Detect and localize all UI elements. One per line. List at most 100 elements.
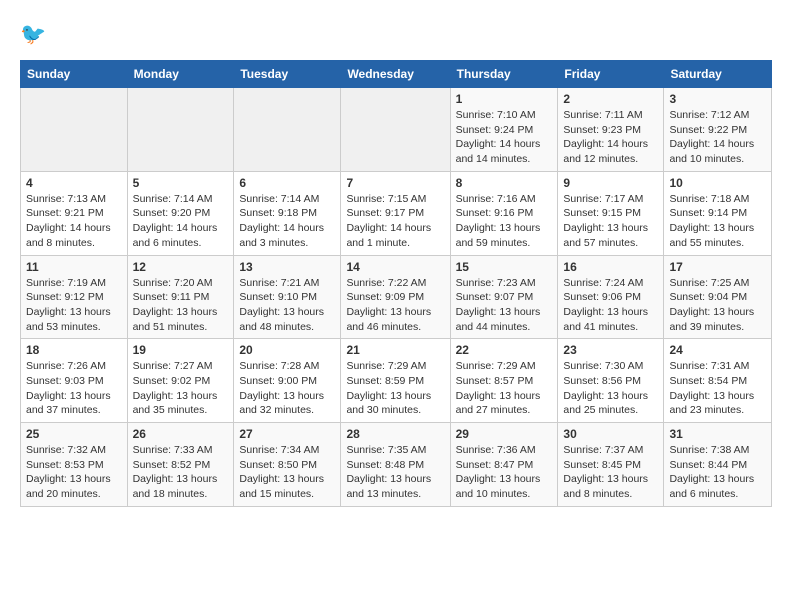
calendar-week-3: 11 Sunrise: 7:19 AMSunset: 9:12 PMDayligh… bbox=[21, 255, 772, 339]
day-number: 21 bbox=[346, 343, 444, 357]
day-info: Sunrise: 7:32 AMSunset: 8:53 PMDaylight:… bbox=[26, 443, 122, 502]
day-info: Sunrise: 7:10 AMSunset: 9:24 PMDaylight:… bbox=[456, 108, 553, 167]
calendar-cell: 1 Sunrise: 7:10 AMSunset: 9:24 PMDaylight… bbox=[450, 88, 558, 172]
day-number: 1 bbox=[456, 92, 553, 106]
day-info: Sunrise: 7:14 AMSunset: 9:18 PMDaylight:… bbox=[239, 192, 335, 251]
calendar-cell: 12 Sunrise: 7:20 AMSunset: 9:11 PMDayligh… bbox=[127, 255, 234, 339]
calendar-cell: 18 Sunrise: 7:26 AMSunset: 9:03 PMDayligh… bbox=[21, 339, 128, 423]
day-info: Sunrise: 7:23 AMSunset: 9:07 PMDaylight:… bbox=[456, 276, 553, 335]
calendar-week-4: 18 Sunrise: 7:26 AMSunset: 9:03 PMDayligh… bbox=[21, 339, 772, 423]
day-info: Sunrise: 7:28 AMSunset: 9:00 PMDaylight:… bbox=[239, 359, 335, 418]
day-number: 5 bbox=[133, 176, 229, 190]
day-info: Sunrise: 7:27 AMSunset: 9:02 PMDaylight:… bbox=[133, 359, 229, 418]
weekday-header-saturday: Saturday bbox=[664, 61, 772, 88]
day-number: 6 bbox=[239, 176, 335, 190]
day-number: 31 bbox=[669, 427, 766, 441]
calendar-cell: 8 Sunrise: 7:16 AMSunset: 9:16 PMDaylight… bbox=[450, 171, 558, 255]
day-info: Sunrise: 7:35 AMSunset: 8:48 PMDaylight:… bbox=[346, 443, 444, 502]
day-number: 19 bbox=[133, 343, 229, 357]
day-number: 24 bbox=[669, 343, 766, 357]
calendar-cell: 24 Sunrise: 7:31 AMSunset: 8:54 PMDayligh… bbox=[664, 339, 772, 423]
day-number: 7 bbox=[346, 176, 444, 190]
day-number: 16 bbox=[563, 260, 658, 274]
calendar-cell: 5Sunrise: 7:14 AMSunset: 9:20 PMDaylight… bbox=[127, 171, 234, 255]
day-number: 17 bbox=[669, 260, 766, 274]
day-info: Sunrise: 7:25 AMSunset: 9:04 PMDaylight:… bbox=[669, 276, 766, 335]
weekday-header-wednesday: Wednesday bbox=[341, 61, 450, 88]
calendar-cell: 16 Sunrise: 7:24 AMSunset: 9:06 PMDayligh… bbox=[558, 255, 664, 339]
calendar-cell: 19 Sunrise: 7:27 AMSunset: 9:02 PMDayligh… bbox=[127, 339, 234, 423]
calendar-cell: 26Sunrise: 7:33 AMSunset: 8:52 PMDayligh… bbox=[127, 423, 234, 507]
calendar-cell: 11 Sunrise: 7:19 AMSunset: 9:12 PMDayligh… bbox=[21, 255, 128, 339]
calendar-cell: 15 Sunrise: 7:23 AMSunset: 9:07 PMDayligh… bbox=[450, 255, 558, 339]
weekday-header-row: SundayMondayTuesdayWednesdayThursdayFrid… bbox=[21, 61, 772, 88]
day-number: 8 bbox=[456, 176, 553, 190]
day-info: Sunrise: 7:29 AMSunset: 8:57 PMDaylight:… bbox=[456, 359, 553, 418]
day-info: Sunrise: 7:15 AMSunset: 9:17 PMDaylight:… bbox=[346, 192, 444, 251]
day-number: 11 bbox=[26, 260, 122, 274]
calendar-cell: 4 Sunrise: 7:13 AMSunset: 9:21 PMDaylight… bbox=[21, 171, 128, 255]
calendar-cell: 30Sunrise: 7:37 AMSunset: 8:45 PMDayligh… bbox=[558, 423, 664, 507]
calendar-cell: 2Sunrise: 7:11 AMSunset: 9:23 PMDaylight… bbox=[558, 88, 664, 172]
day-number: 25 bbox=[26, 427, 122, 441]
logo: 🐦 bbox=[20, 20, 54, 50]
calendar-cell: 29 Sunrise: 7:36 AMSunset: 8:47 PMDayligh… bbox=[450, 423, 558, 507]
logo-bird-icon: 🐦 bbox=[20, 20, 50, 50]
day-info: Sunrise: 7:20 AMSunset: 9:11 PMDaylight:… bbox=[133, 276, 229, 335]
day-info: Sunrise: 7:19 AMSunset: 9:12 PMDaylight:… bbox=[26, 276, 122, 335]
calendar-cell: 25 Sunrise: 7:32 AMSunset: 8:53 PMDayligh… bbox=[21, 423, 128, 507]
calendar-cell: 22 Sunrise: 7:29 AMSunset: 8:57 PMDayligh… bbox=[450, 339, 558, 423]
calendar-cell: 31 Sunrise: 7:38 AMSunset: 8:44 PMDayligh… bbox=[664, 423, 772, 507]
day-number: 4 bbox=[26, 176, 122, 190]
day-info: Sunrise: 7:12 AMSunset: 9:22 PMDaylight:… bbox=[669, 108, 766, 167]
day-number: 29 bbox=[456, 427, 553, 441]
day-number: 14 bbox=[346, 260, 444, 274]
day-info: Sunrise: 7:30 AMSunset: 8:56 PMDaylight:… bbox=[563, 359, 658, 418]
day-info: Sunrise: 7:22 AMSunset: 9:09 PMDaylight:… bbox=[346, 276, 444, 335]
calendar-cell bbox=[127, 88, 234, 172]
calendar-week-5: 25 Sunrise: 7:32 AMSunset: 8:53 PMDayligh… bbox=[21, 423, 772, 507]
day-info: Sunrise: 7:34 AMSunset: 8:50 PMDaylight:… bbox=[239, 443, 335, 502]
calendar-cell: 10Sunrise: 7:18 AMSunset: 9:14 PMDayligh… bbox=[664, 171, 772, 255]
day-number: 23 bbox=[563, 343, 658, 357]
day-number: 12 bbox=[133, 260, 229, 274]
day-info: Sunrise: 7:29 AMSunset: 8:59 PMDaylight:… bbox=[346, 359, 444, 418]
weekday-header-sunday: Sunday bbox=[21, 61, 128, 88]
calendar-week-2: 4 Sunrise: 7:13 AMSunset: 9:21 PMDaylight… bbox=[21, 171, 772, 255]
calendar-cell: 7 Sunrise: 7:15 AMSunset: 9:17 PMDaylight… bbox=[341, 171, 450, 255]
day-number: 18 bbox=[26, 343, 122, 357]
day-info: Sunrise: 7:38 AMSunset: 8:44 PMDaylight:… bbox=[669, 443, 766, 502]
day-number: 13 bbox=[239, 260, 335, 274]
day-number: 2 bbox=[563, 92, 658, 106]
calendar-cell: 27Sunrise: 7:34 AMSunset: 8:50 PMDayligh… bbox=[234, 423, 341, 507]
weekday-header-friday: Friday bbox=[558, 61, 664, 88]
calendar-cell bbox=[234, 88, 341, 172]
day-number: 9 bbox=[563, 176, 658, 190]
weekday-header-monday: Monday bbox=[127, 61, 234, 88]
day-info: Sunrise: 7:36 AMSunset: 8:47 PMDaylight:… bbox=[456, 443, 553, 502]
day-number: 3 bbox=[669, 92, 766, 106]
day-info: Sunrise: 7:31 AMSunset: 8:54 PMDaylight:… bbox=[669, 359, 766, 418]
day-info: Sunrise: 7:21 AMSunset: 9:10 PMDaylight:… bbox=[239, 276, 335, 335]
day-info: Sunrise: 7:17 AMSunset: 9:15 PMDaylight:… bbox=[563, 192, 658, 251]
calendar-cell: 9 Sunrise: 7:17 AMSunset: 9:15 PMDaylight… bbox=[558, 171, 664, 255]
day-number: 22 bbox=[456, 343, 553, 357]
calendar-cell: 28Sunrise: 7:35 AMSunset: 8:48 PMDayligh… bbox=[341, 423, 450, 507]
day-info: Sunrise: 7:13 AMSunset: 9:21 PMDaylight:… bbox=[26, 192, 122, 251]
calendar-cell: 20 Sunrise: 7:28 AMSunset: 9:00 PMDayligh… bbox=[234, 339, 341, 423]
day-number: 15 bbox=[456, 260, 553, 274]
calendar-cell: 23 Sunrise: 7:30 AMSunset: 8:56 PMDayligh… bbox=[558, 339, 664, 423]
day-number: 30 bbox=[563, 427, 658, 441]
calendar-cell: 6 Sunrise: 7:14 AMSunset: 9:18 PMDaylight… bbox=[234, 171, 341, 255]
calendar-cell bbox=[341, 88, 450, 172]
day-number: 10 bbox=[669, 176, 766, 190]
day-info: Sunrise: 7:24 AMSunset: 9:06 PMDaylight:… bbox=[563, 276, 658, 335]
day-number: 20 bbox=[239, 343, 335, 357]
calendar-cell: 14 Sunrise: 7:22 AMSunset: 9:09 PMDayligh… bbox=[341, 255, 450, 339]
page-header: 🐦 bbox=[20, 20, 772, 50]
calendar-week-1: 1 Sunrise: 7:10 AMSunset: 9:24 PMDaylight… bbox=[21, 88, 772, 172]
day-info: Sunrise: 7:26 AMSunset: 9:03 PMDaylight:… bbox=[26, 359, 122, 418]
calendar-cell: 3 Sunrise: 7:12 AMSunset: 9:22 PMDaylight… bbox=[664, 88, 772, 172]
day-info: Sunrise: 7:16 AMSunset: 9:16 PMDaylight:… bbox=[456, 192, 553, 251]
day-info: Sunrise: 7:33 AMSunset: 8:52 PMDaylight:… bbox=[133, 443, 229, 502]
